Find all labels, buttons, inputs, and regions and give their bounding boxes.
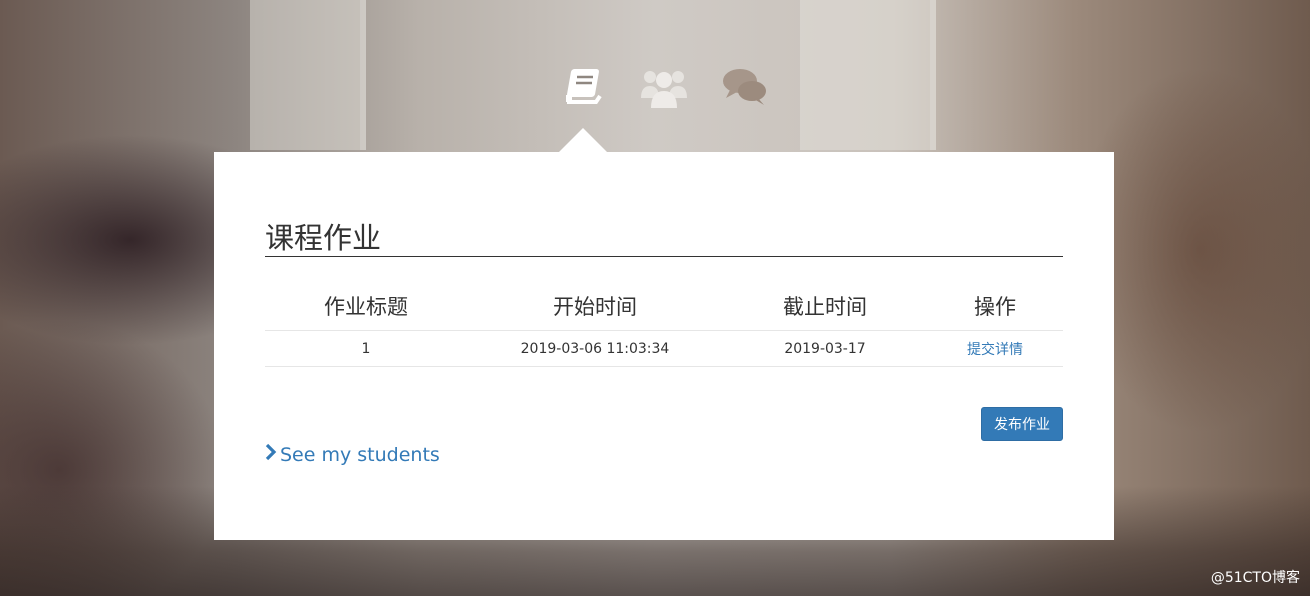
panel-pointer — [559, 128, 607, 152]
column-header-action: 操作 — [927, 282, 1063, 331]
book-icon[interactable] — [562, 66, 612, 112]
chevron-right-icon — [265, 442, 277, 468]
table-header-row: 作业标题 开始时间 截止时间 操作 — [265, 282, 1063, 331]
publish-homework-button[interactable]: 发布作业 — [981, 407, 1063, 441]
see-students-link[interactable]: See my students — [265, 442, 440, 468]
cell-deadline: 2019-03-17 — [723, 330, 927, 367]
column-header-title: 作业标题 — [265, 282, 467, 331]
submission-details-link[interactable]: 提交详情 — [967, 342, 1023, 358]
cell-action: 提交详情 — [927, 330, 1063, 367]
comments-icon[interactable] — [722, 66, 772, 112]
column-header-start: 开始时间 — [467, 282, 723, 331]
table-row: 1 2019-03-06 11:03:34 2019-03-17 提交详情 — [265, 330, 1063, 367]
cell-start-time: 2019-03-06 11:03:34 — [467, 330, 723, 367]
homework-panel: 课程作业 作业标题 开始时间 截止时间 操作 1 2019-03-06 11:0… — [214, 152, 1114, 540]
users-icon[interactable] — [640, 66, 690, 112]
cell-title: 1 — [265, 330, 467, 367]
watermark: @51CTO博客 — [1210, 570, 1300, 586]
page-title: 课程作业 — [265, 220, 1063, 257]
column-header-deadline: 截止时间 — [723, 282, 927, 331]
background-window — [250, 0, 366, 150]
background-window — [800, 0, 936, 150]
homework-table: 作业标题 开始时间 截止时间 操作 1 2019-03-06 11:03:34 … — [265, 282, 1063, 367]
top-nav — [560, 66, 770, 114]
see-students-label: See my students — [280, 444, 440, 466]
